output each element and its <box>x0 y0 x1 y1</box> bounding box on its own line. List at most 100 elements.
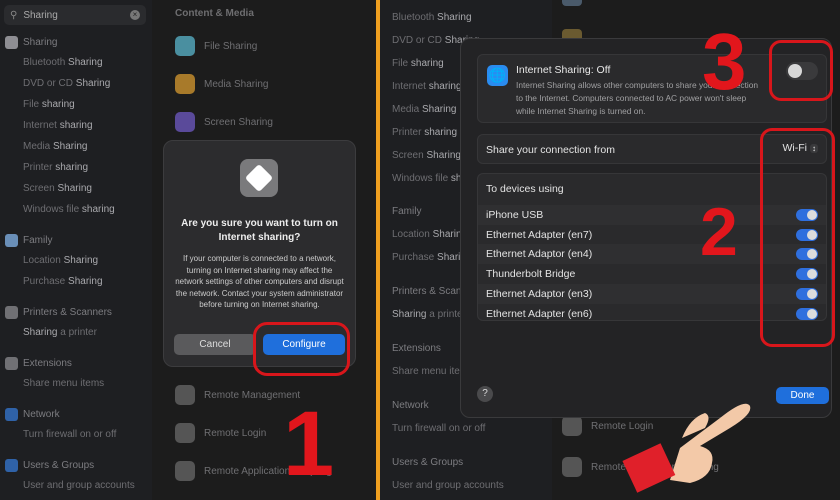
category-label: Extensions <box>392 343 441 354</box>
result-match: sharing <box>428 81 462 92</box>
sidebar-category[interactable]: Family <box>392 206 421 217</box>
item-label: Screen Sharing <box>204 116 273 128</box>
category-icon <box>5 234 18 247</box>
dialog-message: If your computer is connected to a netwo… <box>175 254 344 309</box>
done-button[interactable]: Done <box>776 387 829 404</box>
result-text: Screen <box>23 183 58 194</box>
sidebar-search-result[interactable]: Share menu items <box>23 378 104 389</box>
category-icon <box>5 306 18 319</box>
category-label: Family <box>23 235 53 246</box>
result-match: Sharing <box>422 104 457 115</box>
sidebar-category[interactable]: Sharing <box>5 36 57 49</box>
sidebar-search-result[interactable]: Printer sharing <box>23 162 88 173</box>
result-text: Media <box>23 141 54 152</box>
sidebar-search-result[interactable]: DVD or CD Sharing <box>23 78 110 89</box>
pointing-hand-icon <box>622 403 751 493</box>
content-item[interactable]: Remote Management <box>175 385 300 405</box>
sidebar-category[interactable]: Network <box>5 408 60 421</box>
sidebar-search-result[interactable]: User and group accounts <box>23 480 135 491</box>
sidebar-category[interactable]: Printers & Scanners <box>5 306 112 319</box>
content-item[interactable]: Remote Login <box>175 423 266 443</box>
section-title: Content & Media <box>175 8 254 19</box>
clear-search-icon[interactable]: × <box>130 10 140 20</box>
sidebar-category[interactable]: Network <box>392 400 429 411</box>
sidebar-search-result[interactable]: Purchase Sharing <box>23 276 103 287</box>
result-text: Purchase <box>23 276 69 287</box>
result-match: sharing <box>424 127 458 138</box>
result-text: Turn firewall on or off <box>392 423 486 434</box>
item-label: Media Sharing <box>204 78 269 90</box>
sidebar-search-result[interactable]: Sharing a printer <box>392 309 466 320</box>
sidebar-search-result[interactable]: File sharing <box>392 58 444 69</box>
category-label: Family <box>392 206 422 217</box>
result-text: DVD or CD <box>392 35 445 46</box>
sidebar-search-result[interactable]: Turn firewall on or off <box>392 423 485 434</box>
result-text: DVD or CD <box>23 78 76 89</box>
sidebar-search-result[interactable]: Internet sharing <box>392 81 462 92</box>
highlight-main-toggle <box>769 40 833 101</box>
item-label: File Sharing <box>204 40 258 52</box>
sidebar-search-result[interactable]: Location Sharing <box>23 255 98 266</box>
sidebar-search-result[interactable]: User and group accounts <box>392 480 504 491</box>
result-text: a printer <box>57 327 97 338</box>
result-match: Sharing <box>53 141 88 152</box>
sidebar-search-result[interactable]: Media Sharing <box>392 104 456 115</box>
result-match: Sharing <box>68 276 103 287</box>
sidebar-search-result[interactable]: Screen Sharing <box>23 183 92 194</box>
item-icon <box>175 36 195 56</box>
sharing-status-title: Internet Sharing: Off <box>516 64 611 76</box>
result-text: User and group accounts <box>392 480 504 491</box>
sidebar-search-result[interactable]: File sharing <box>23 99 75 110</box>
sidebar-category[interactable]: Extensions <box>5 357 72 370</box>
sidebar-category[interactable]: Users & Groups <box>5 459 94 472</box>
result-match: sharing <box>81 204 115 215</box>
sidebar-search-result[interactable]: Media Sharing <box>23 141 87 152</box>
result-text: Bluetooth <box>23 57 69 68</box>
devices-header: To devices using <box>486 183 564 195</box>
content-item[interactable]: File Sharing <box>175 36 257 56</box>
category-icon <box>5 459 18 472</box>
sidebar-search-result[interactable]: Bluetooth Sharing <box>23 57 103 68</box>
sidebar-category[interactable]: Extensions <box>392 343 441 354</box>
category-label: Users & Groups <box>392 457 464 468</box>
content-item[interactable]: Screen Sharing <box>175 112 273 132</box>
result-match: sharing <box>410 58 444 69</box>
sidebar-search-result[interactable]: Turn firewall on or off <box>23 429 116 440</box>
content-item[interactable]: Media Sharing <box>175 74 268 94</box>
result-text: Share menu items <box>23 378 105 389</box>
step-3-label: 3 <box>702 17 747 106</box>
sidebar-search-result[interactable]: Internet sharing <box>23 120 93 131</box>
share-from-label: Share your connection from <box>486 144 615 156</box>
item-icon <box>175 385 195 405</box>
sidebar-search-result[interactable]: Screen Sharing <box>392 150 461 161</box>
category-label: Sharing <box>23 37 58 48</box>
cancel-button[interactable]: Cancel <box>174 334 256 355</box>
device-name: Ethernet Adaptor (en4) <box>486 248 593 261</box>
result-match: Sharing <box>75 78 111 89</box>
result-match: Sharing <box>437 12 472 23</box>
sidebar-search-result[interactable]: Windows file sharing <box>23 204 115 215</box>
sidebar-category[interactable]: Users & Groups <box>392 457 463 468</box>
result-text: Turn firewall on or off <box>23 429 117 440</box>
result-match: Sharing <box>426 150 461 161</box>
help-button[interactable]: ? <box>477 386 493 402</box>
result-match: Sharing <box>392 309 427 320</box>
category-label: Printers & Scanners <box>23 307 112 318</box>
result-text: Internet <box>392 81 429 92</box>
highlight-device-toggles <box>760 128 835 347</box>
result-text: Internet <box>23 120 60 131</box>
sidebar-search-result[interactable]: Printer sharing <box>392 127 457 138</box>
result-match: Sharing <box>63 255 99 266</box>
result-text: Printer <box>23 162 56 173</box>
dialog-title: Are you sure you want to turn on Interne… <box>181 218 338 243</box>
sidebar-search-result[interactable]: Sharing a printer <box>23 327 97 338</box>
search-field[interactable]: ⚲ Sharing × <box>4 5 146 25</box>
item-icon <box>175 461 195 481</box>
sidebar-search-result[interactable]: Location Sharing <box>392 229 467 240</box>
result-match: sharing <box>41 99 75 110</box>
sidebar-search-result[interactable]: Bluetooth Sharing <box>392 12 472 23</box>
result-text: Printer <box>392 127 425 138</box>
search-input[interactable]: Sharing <box>23 10 124 21</box>
device-name: Thunderbolt Bridge <box>486 268 576 281</box>
sidebar-category[interactable]: Family <box>5 234 52 247</box>
